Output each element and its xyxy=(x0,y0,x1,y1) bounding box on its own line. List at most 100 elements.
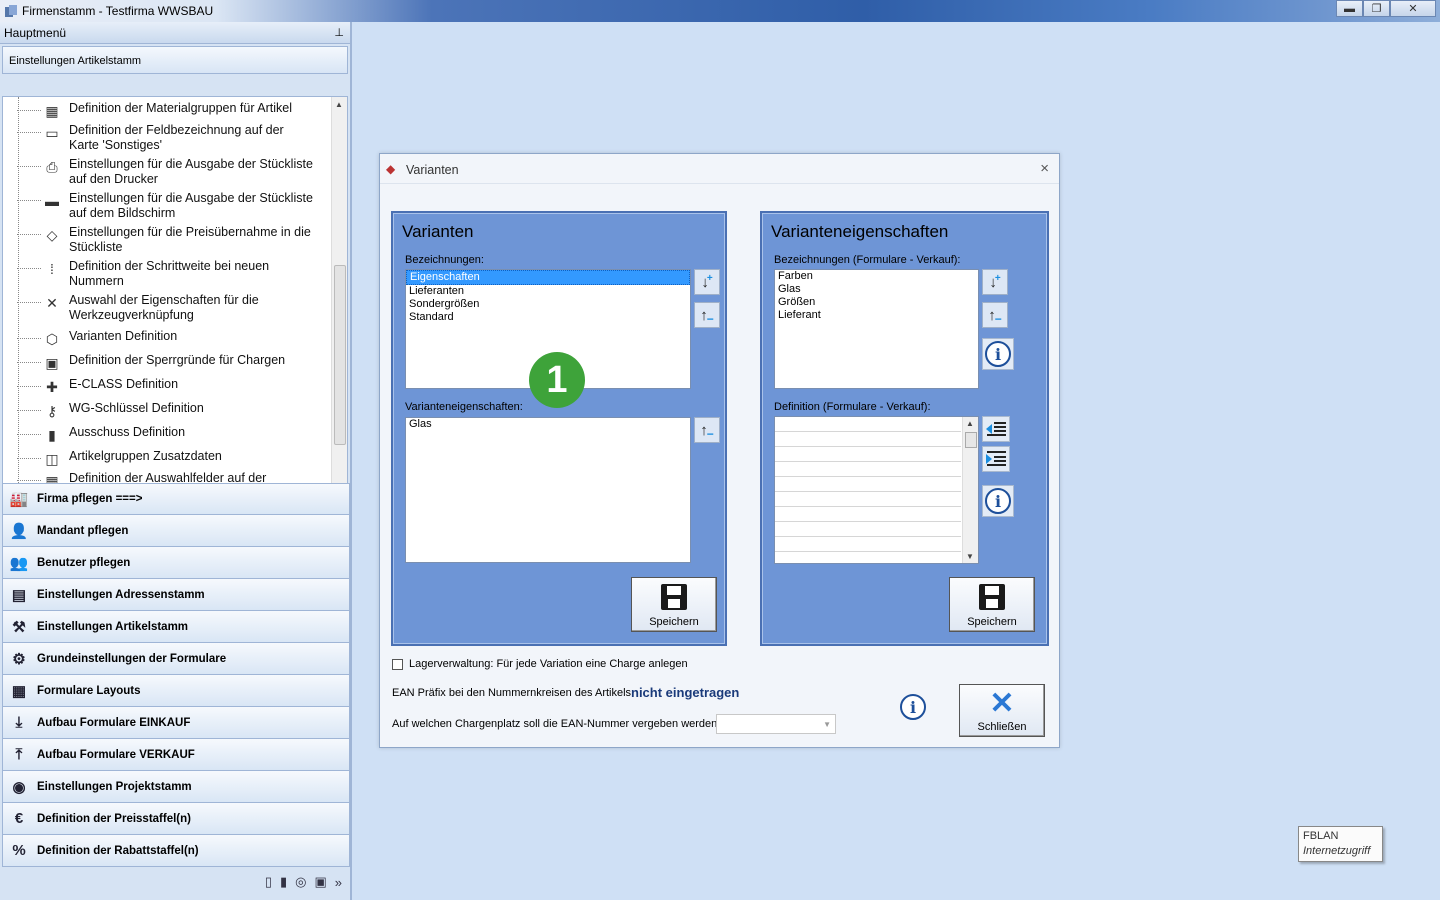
close-x-icon: ✕ xyxy=(989,687,1015,720)
document-icon[interactable]: ▯ xyxy=(265,874,272,890)
list-item[interactable]: Glas xyxy=(775,283,978,296)
grid-row[interactable] xyxy=(775,432,961,447)
scroll-thumb[interactable] xyxy=(965,432,977,448)
chevron-down-icon[interactable]: ▼ xyxy=(823,720,831,729)
grid-row[interactable] xyxy=(775,477,961,492)
list-item[interactable]: Eigenschaften xyxy=(406,270,690,285)
scroll-down-icon[interactable]: ▼ xyxy=(966,552,974,561)
checkbox-box[interactable] xyxy=(392,658,403,670)
windows-icon[interactable]: ▣ xyxy=(314,874,326,890)
grid-scrollbar[interactable]: ▲ ▼ xyxy=(962,417,978,563)
nav-button-label: Aufbau Formulare VERKAUF xyxy=(37,748,195,761)
tree-item[interactable]: ✕ Auswahl der Eigenschaften für die Werkz… xyxy=(17,293,317,323)
outdent-button[interactable] xyxy=(982,416,1010,442)
tree-scrollbar[interactable]: ▲ ▼ xyxy=(331,97,347,493)
tree-item-label: Einstellungen für die Preisübernahme in … xyxy=(69,225,311,254)
tree-item[interactable]: ▮ Ausschuss Definition xyxy=(17,425,317,445)
book-icon[interactable]: ▮ xyxy=(280,874,287,890)
grid-row[interactable] xyxy=(775,417,961,432)
tree-item-label: Artikelgruppen Zusatzdaten xyxy=(69,449,222,463)
definition-grid[interactable]: ▲ ▼ xyxy=(774,416,979,564)
monitor-icon: ▬ xyxy=(45,193,59,209)
indent-button[interactable] xyxy=(982,446,1010,472)
scroll-up-icon[interactable]: ▲ xyxy=(335,100,343,109)
nav-button[interactable]: 👤 Mandant pflegen xyxy=(2,515,350,547)
grid-row[interactable] xyxy=(775,492,961,507)
list-item[interactable]: Farben xyxy=(775,270,978,283)
list-item[interactable]: Lieferant xyxy=(775,309,978,322)
nav-button[interactable]: ⚒ Einstellungen Artikelstamm xyxy=(2,611,350,643)
remove-prop-button[interactable]: ↑ − xyxy=(694,417,720,443)
list-item[interactable]: Lieferanten xyxy=(406,285,690,298)
key-icon: ⚷ xyxy=(46,402,58,419)
save-properties-button[interactable]: Speichern xyxy=(949,577,1035,632)
add-down-button[interactable]: ↓ + xyxy=(694,269,720,295)
tree-item[interactable]: ⁞ Definition der Schrittweite bei neuen N… xyxy=(17,259,317,289)
nav-button-label: Definition der Preisstaffel(n) xyxy=(37,812,191,825)
list-item[interactable]: Größen xyxy=(775,296,978,309)
scroll-thumb[interactable] xyxy=(334,265,346,445)
chevron-down-icon[interactable]: » xyxy=(335,875,342,890)
tree-item[interactable]: ⚷ WG-Schlüssel Definition xyxy=(17,401,317,421)
checkbox-label: Lagerverwaltung: Für jede Variation eine… xyxy=(409,658,688,670)
tree-item[interactable]: ◫ Artikelgruppen Zusatzdaten xyxy=(17,449,317,469)
main-menu-title: Hauptmenü xyxy=(4,26,67,40)
grid-row[interactable] xyxy=(775,522,961,537)
tree-item[interactable]: ⬡ Varianten Definition xyxy=(17,329,317,349)
maximize-button[interactable]: ❐ xyxy=(1363,0,1390,17)
tree-item-label: Einstellungen für die Ausgabe der Stückl… xyxy=(69,191,313,220)
bottom-toolbar: ▯ ▮ ◎ ▣ » xyxy=(2,867,350,897)
nav-button[interactable]: ▦ Formulare Layouts xyxy=(2,675,350,707)
variant-props-list[interactable]: Glas xyxy=(405,417,691,563)
nav-button[interactable]: € Definition der Preisstaffel(n) xyxy=(2,803,350,835)
factory-icon: 🏭 xyxy=(9,491,29,508)
grid-row[interactable] xyxy=(775,462,961,477)
settings-tree: ▦ Definition der Materialgruppen für Arti… xyxy=(2,96,348,494)
main-info-button[interactable]: i xyxy=(897,691,929,723)
nav-button[interactable]: % Definition der Rabattstaffel(n) xyxy=(2,835,350,867)
nav-button[interactable]: ⤓ Aufbau Formulare EINKAUF xyxy=(2,707,350,739)
dialog-close-icon[interactable]: × xyxy=(1040,160,1049,177)
grid-row[interactable] xyxy=(775,537,961,552)
property-names-list[interactable]: Farben Glas Größen Lieferant xyxy=(774,269,979,389)
tree-item[interactable]: ⎙ Einstellungen für die Ausgabe der Stück… xyxy=(17,157,317,187)
step-badge: 1 xyxy=(529,352,585,408)
lagerverwaltung-checkbox[interactable]: Lagerverwaltung: Für jede Variation eine… xyxy=(392,658,688,670)
definition-info-button[interactable]: i xyxy=(982,485,1014,517)
pin-icon[interactable]: ⊥ xyxy=(334,26,344,39)
nav-button[interactable]: ⚙ Grundeinstellungen der Formulare xyxy=(2,643,350,675)
tree-item[interactable]: ✚ E-CLASS Definition xyxy=(17,377,317,397)
list-item[interactable]: Glas xyxy=(406,418,690,431)
remove-up-button[interactable]: ↑ − xyxy=(694,302,720,328)
nav-button[interactable]: ◉ Einstellungen Projektstamm xyxy=(2,771,350,803)
list-item[interactable]: Sondergrößen xyxy=(406,298,690,311)
grid-row[interactable] xyxy=(775,447,961,462)
list-item[interactable]: Standard xyxy=(406,311,690,324)
footsteps-icon: ⁞ xyxy=(50,261,54,277)
varianteneigenschaften-group: Varianteneigenschaften Bezeichnungen (Fo… xyxy=(760,211,1049,646)
nav-button[interactable]: ⤒ Aufbau Formulare VERKAUF xyxy=(2,739,350,771)
tree-item[interactable]: ▣ Definition der Sperrgründe für Chargen xyxy=(17,353,317,373)
close-window-button[interactable]: ✕ xyxy=(1390,0,1436,17)
minimize-button[interactable]: ▬ xyxy=(1336,0,1363,17)
add-property-button[interactable]: ↓ + xyxy=(982,269,1008,295)
main-menu-panel: Hauptmenü ⊥ Einstellungen Artikelstamm ▦… xyxy=(0,22,352,900)
save-variants-button[interactable]: Speichern xyxy=(631,577,717,632)
tree-item-label: Definition der Sperrgründe für Chargen xyxy=(69,353,286,367)
scroll-up-icon[interactable]: ▲ xyxy=(966,419,974,428)
remove-property-button[interactable]: ↑ − xyxy=(982,302,1008,328)
tree-item[interactable]: ▬ Einstellungen für die Ausgabe der Stück… xyxy=(17,191,317,221)
nav-button-label: Grundeinstellungen der Formulare xyxy=(37,652,227,665)
varianten-dialog: ◆ Varianten × Varianten Bezeichnungen: E… xyxy=(379,153,1060,748)
charge-select[interactable]: ▼ xyxy=(716,714,836,734)
nav-button[interactable]: 👥 Benutzer pflegen xyxy=(2,547,350,579)
nav-button[interactable]: 🏭 Firma pflegen ===> xyxy=(2,483,350,515)
info-button[interactable]: i xyxy=(982,338,1014,370)
grid-row[interactable] xyxy=(775,507,961,522)
close-button[interactable]: ✕ Schließen xyxy=(959,684,1045,737)
tree-item[interactable]: ▦ Definition der Materialgruppen für Arti… xyxy=(17,101,317,121)
network-icon[interactable]: ◎ xyxy=(295,874,306,890)
tree-item[interactable]: ▭ Definition der Feldbezeichnung auf der … xyxy=(17,123,317,153)
nav-button[interactable]: ▤ Einstellungen Adressenstamm xyxy=(2,579,350,611)
tree-item[interactable]: ◇ Einstellungen für die Preisübernahme in… xyxy=(17,225,317,255)
